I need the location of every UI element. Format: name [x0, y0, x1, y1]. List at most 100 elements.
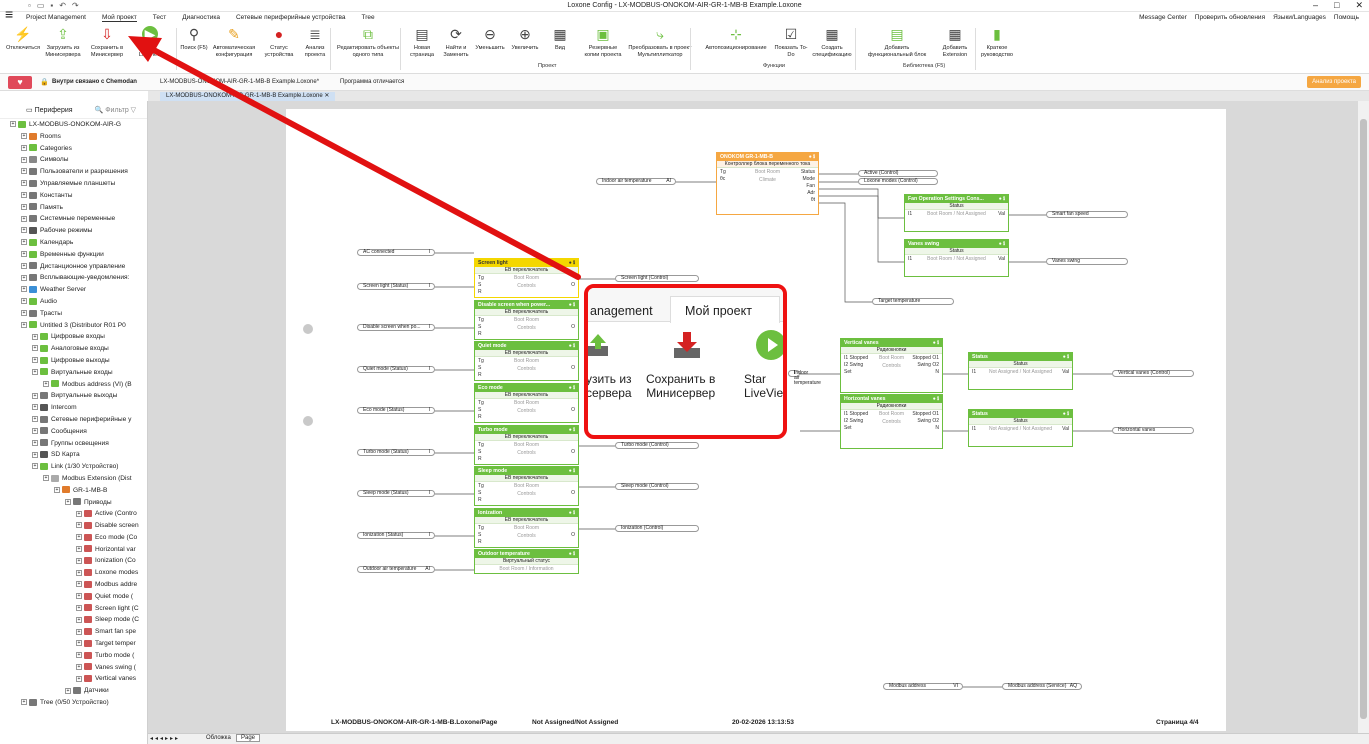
- tree-item[interactable]: + Horizontal var: [0, 544, 147, 556]
- switch-block-2[interactable]: Quiet mode ● ℹ ЕВ переключатель Tg S R Boot …: [474, 341, 579, 381]
- vertical-vanes-block[interactable]: Vertical vanes ● ℹ Радиокнопки I1 Stopped I2…: [840, 338, 943, 393]
- ribbon-button-5[interactable]: ✎ Автоматическая конфигурация: [207, 26, 261, 58]
- menu-tab-0[interactable]: Project Management: [26, 14, 86, 22]
- menu-right-1[interactable]: Проверить обновления: [1195, 14, 1265, 21]
- page-nav-arrows[interactable]: ◂◂◂▸▸▸: [150, 735, 180, 742]
- tree-item[interactable]: + SD Карта: [0, 449, 147, 461]
- switch-block-4[interactable]: Turbo mode ● ℹ ЕВ переключатель Tg S R Boot …: [474, 425, 579, 465]
- menu-tab-5[interactable]: Tree: [362, 14, 375, 22]
- analyze-project-button[interactable]: Анализ проекта: [1307, 76, 1361, 88]
- expand-icon[interactable]: +: [21, 215, 27, 222]
- expand-icon[interactable]: +: [32, 345, 38, 352]
- expand-icon[interactable]: +: [21, 203, 27, 210]
- ribbon-button-11[interactable]: ⊖ Уменьшить: [472, 26, 508, 52]
- page-nav-dot[interactable]: [303, 416, 313, 426]
- expand-icon[interactable]: +: [21, 251, 27, 258]
- tree-item[interactable]: + Дистанционное управление: [0, 261, 147, 273]
- tree-item[interactable]: + Цифровые выходы: [0, 355, 147, 367]
- tree-item[interactable]: + Audio: [0, 296, 147, 308]
- ribbon-button-7[interactable]: ≣ Анализ проекта: [296, 26, 334, 58]
- filter-input[interactable]: 🔍 Фильтр ▽: [95, 106, 137, 114]
- tree-item[interactable]: + Screen light (C: [0, 603, 147, 615]
- tree-item[interactable]: + Weather Server: [0, 284, 147, 296]
- tree-item[interactable]: + Active (Contro: [0, 508, 147, 520]
- page-tab-cover[interactable]: Обложка: [206, 735, 231, 741]
- ribbon-button-6[interactable]: ● Статус устройства: [262, 26, 296, 58]
- output-memory-0[interactable]: Screen light (Control): [615, 275, 699, 282]
- vertical-vanes-input[interactable]: Indoor air temperature I: [788, 370, 821, 386]
- tree-item[interactable]: + Управляемые планшеты: [0, 178, 147, 190]
- expand-icon[interactable]: +: [76, 534, 82, 541]
- tree-item[interactable]: + Modbus addre: [0, 579, 147, 591]
- status-block-2[interactable]: Status ● ℹ Status I1 Not Assigned / Not Assi…: [968, 409, 1073, 447]
- block-info-icon[interactable]: ● ℹ: [933, 395, 939, 403]
- tree-item[interactable]: + Системные переменные: [0, 213, 147, 225]
- ribbon-button-15[interactable]: ⤷ Преобразовать в проект Мультиплиткатор: [623, 26, 697, 58]
- ribbon-button-18[interactable]: ▦ Создать спецификацию: [809, 26, 855, 58]
- expand-icon[interactable]: +: [76, 569, 82, 576]
- expand-icon[interactable]: +: [32, 368, 38, 375]
- switch-block-3[interactable]: Eco mode ● ℹ ЕВ переключатель Tg S R Boot Ro…: [474, 383, 579, 423]
- expand-icon[interactable]: +: [76, 545, 82, 552]
- onokom-block[interactable]: ONOKOM GR-1-MB-B ● ℹ Контроллер блока пере…: [716, 152, 819, 215]
- ribbon-button-12[interactable]: ⊕ Увеличить: [508, 26, 542, 52]
- block-info-icon[interactable]: ● ℹ: [569, 342, 575, 350]
- expand-icon[interactable]: +: [76, 675, 82, 682]
- expand-icon[interactable]: +: [21, 310, 27, 316]
- output-memory-3[interactable]: Ionization (Control): [615, 525, 699, 532]
- menu-right-3[interactable]: Помощь: [1334, 14, 1359, 21]
- block-info-icon[interactable]: ● ℹ: [569, 467, 575, 475]
- output-memory-right-1[interactable]: Loxone modes (Control): [858, 178, 938, 185]
- tree-item[interactable]: + Link (1/30 Устройство): [0, 461, 147, 473]
- output-memory-2[interactable]: Sleep mode (Control): [615, 483, 699, 490]
- scrollbar-thumb[interactable]: [1360, 119, 1367, 719]
- expand-icon[interactable]: +: [76, 581, 82, 588]
- expand-icon[interactable]: +: [10, 121, 16, 128]
- tree-item[interactable]: + Vertical vanes: [0, 673, 147, 685]
- expand-icon[interactable]: +: [21, 262, 27, 269]
- expand-icon[interactable]: +: [32, 404, 38, 411]
- output-memory-right-2[interactable]: Smart fan speed: [1046, 211, 1128, 218]
- ribbon-button-21[interactable]: ▮ Краткое руководство: [978, 26, 1016, 58]
- expand-icon[interactable]: +: [32, 439, 38, 446]
- tree-item[interactable]: + Categories: [0, 143, 147, 155]
- tree-item[interactable]: + Vanes swing (: [0, 662, 147, 674]
- expand-icon[interactable]: +: [21, 286, 27, 293]
- tree-item[interactable]: + Sleep mode (C: [0, 614, 147, 626]
- tree-item[interactable]: + Виртуальные выходы: [0, 390, 147, 402]
- modbus-address-input[interactable]: Modbus address VI: [883, 683, 963, 690]
- ribbon-button-14[interactable]: ▣ Резервные копии проекта: [584, 26, 622, 58]
- output-memory-right-5[interactable]: Vertical vanes (Control): [1112, 370, 1194, 377]
- expand-icon[interactable]: +: [21, 180, 27, 187]
- ribbon-button-1[interactable]: ⇪ Загрузить из Минисервера: [43, 26, 83, 58]
- menu-tab-4[interactable]: Сетевые периферийные устройства: [236, 14, 346, 22]
- ribbon-button-10[interactable]: ⟳ Найти и Заменить: [440, 26, 472, 58]
- expand-icon[interactable]: +: [76, 510, 82, 517]
- close-icon[interactable]: ✕: [1355, 0, 1363, 11]
- switch-block-1[interactable]: Disable screen when power... ● ℹ ЕВ перекл…: [474, 300, 579, 340]
- block-info-icon[interactable]: ● ℹ: [569, 509, 575, 517]
- switch-block-0[interactable]: Screen light ● ℹ ЕВ переключатель Tg S R Boo…: [474, 258, 579, 298]
- block-info-icon[interactable]: ● ℹ: [809, 153, 815, 161]
- close-tab-icon[interactable]: ✕: [324, 93, 329, 99]
- output-memory-right-0[interactable]: Active (Control): [858, 170, 938, 177]
- horizontal-vanes-block[interactable]: Horizontal vanes ● ℹ Радиокнопки I1 Stopped…: [840, 394, 943, 449]
- expand-icon[interactable]: +: [21, 239, 27, 246]
- block-info-icon[interactable]: ● ℹ: [1063, 410, 1069, 418]
- ribbon-button-19[interactable]: ▤ Добавить функциональный блок: [862, 26, 932, 58]
- expand-icon[interactable]: +: [32, 357, 38, 364]
- tree-item[interactable]: + Modbus address (VI) (B: [0, 379, 147, 391]
- tree-item[interactable]: + Quiet mode (: [0, 591, 147, 603]
- expand-icon[interactable]: +: [65, 498, 71, 505]
- expand-icon[interactable]: +: [32, 451, 38, 458]
- menu-tab-3[interactable]: Диагностика: [182, 14, 220, 22]
- expand-icon[interactable]: +: [21, 699, 27, 706]
- document-tab[interactable]: LX-MODBUS-ONOKOM-AIR-GR-1-MB-B Example.L…: [160, 92, 336, 101]
- minimize-icon[interactable]: –: [1313, 0, 1318, 11]
- expand-icon[interactable]: +: [21, 133, 27, 140]
- expand-icon[interactable]: +: [76, 604, 82, 611]
- tree-item[interactable]: + Цифровые входы: [0, 331, 147, 343]
- ribbon-button-13[interactable]: ▦ Вид: [549, 26, 571, 52]
- tree-item[interactable]: + Группы освещения: [0, 438, 147, 450]
- input-memory-4[interactable]: Eco mode (Status) I: [357, 407, 435, 414]
